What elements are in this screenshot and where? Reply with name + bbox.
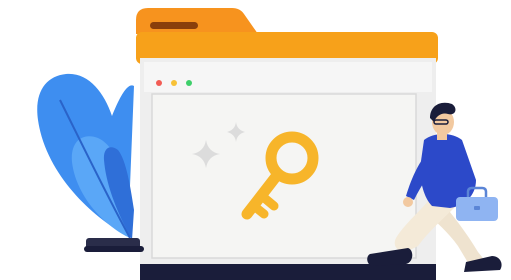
illustration-canvas [37, 8, 502, 280]
minimize-dot [171, 80, 177, 86]
folder-icon [136, 8, 438, 64]
window-top-bar [144, 62, 432, 92]
ground-base [84, 246, 144, 252]
key-tooth-2 [249, 201, 269, 219]
maximize-dot [186, 80, 192, 86]
briefcase-clasp [474, 206, 480, 210]
folder-tab [136, 8, 258, 34]
close-dot [156, 80, 162, 86]
browser-window [140, 58, 436, 280]
plant-illustration [37, 73, 140, 252]
folder-tab-slot [150, 22, 198, 29]
illustration-stage [0, 0, 511, 280]
person-hand [403, 197, 413, 207]
window-bottom-strip [140, 264, 436, 280]
